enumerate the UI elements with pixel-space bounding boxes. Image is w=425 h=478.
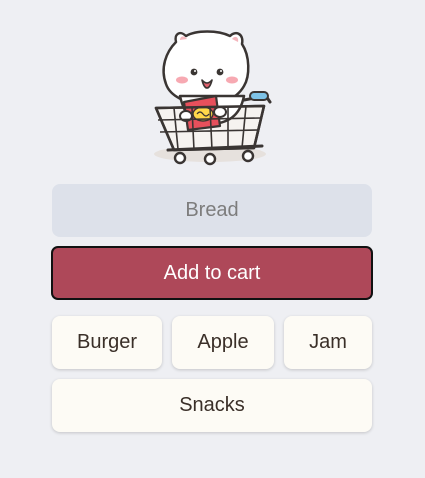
cat-in-shopping-cart-icon (154, 30, 272, 166)
choice-jam-button[interactable]: Jam (284, 316, 372, 369)
choice-apple-button[interactable]: Apple (172, 316, 274, 369)
item-input[interactable] (52, 184, 372, 237)
add-to-cart-button[interactable]: Add to cart (51, 246, 373, 300)
choice-burger-button[interactable]: Burger (52, 316, 162, 369)
choice-snacks-button[interactable]: Snacks (52, 379, 372, 432)
app: Add to cart Burger Apple Jam Snacks (0, 0, 425, 478)
